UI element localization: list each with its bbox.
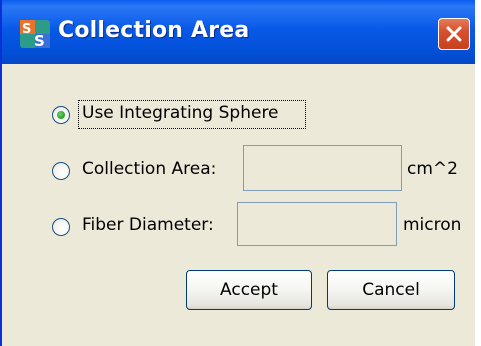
cancel-button[interactable]: Cancel	[327, 270, 455, 310]
close-button[interactable]	[438, 18, 470, 50]
window-title: Collection Area	[58, 18, 250, 43]
ss-app-icon: S S	[20, 20, 50, 48]
radio-use-integrating-sphere[interactable]	[52, 106, 70, 124]
fiber-diameter-input[interactable]	[237, 202, 397, 246]
title-bar[interactable]: S S Collection Area	[2, 0, 475, 64]
fiber-diameter-unit: micron	[403, 215, 462, 235]
option-label-collection-area[interactable]: Collection Area:	[82, 159, 216, 179]
svg-text:S: S	[34, 32, 45, 48]
radio-fiber-diameter[interactable]	[52, 218, 70, 236]
option-label-integrating-sphere[interactable]: Use Integrating Sphere	[82, 103, 279, 123]
radio-collection-area[interactable]	[52, 162, 70, 180]
svg-text:S: S	[22, 22, 31, 37]
option-label-fiber-diameter[interactable]: Fiber Diameter:	[82, 215, 214, 235]
accept-button[interactable]: Accept	[186, 270, 312, 310]
dialog-window: S S Collection Area Use Integrating Sphe…	[0, 0, 475, 346]
dialog-content: Use Integrating Sphere Collection Area: …	[2, 64, 475, 346]
radio-selected-dot	[57, 111, 65, 119]
close-icon	[446, 26, 462, 42]
collection-area-input[interactable]	[243, 145, 402, 191]
collection-area-unit: cm^2	[407, 159, 458, 179]
